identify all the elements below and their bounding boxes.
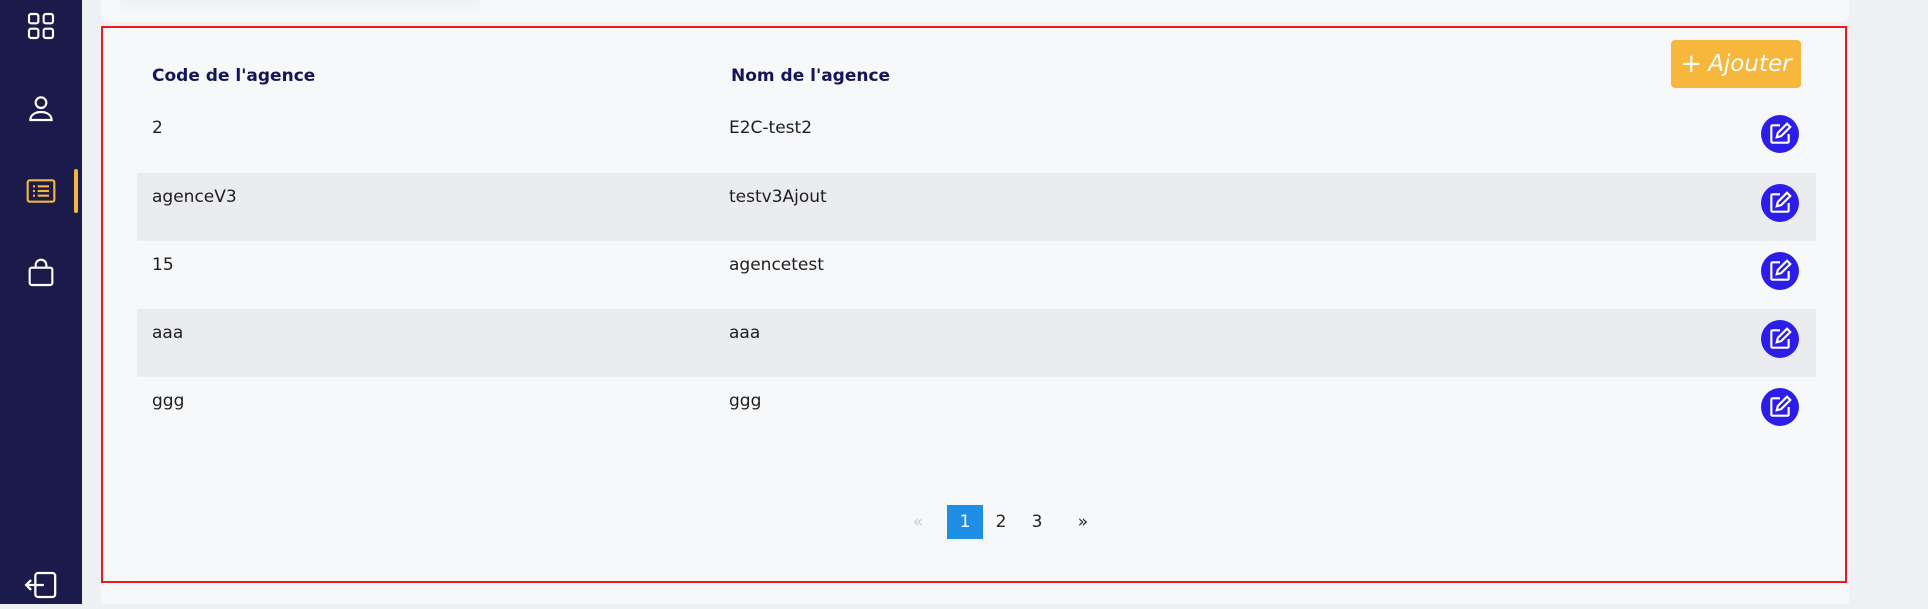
pagination: « 1 2 3 » [900,505,1101,539]
add-agency-button[interactable]: + Ajouter [1671,40,1801,88]
cell-code: 2 [152,118,163,138]
cell-name: aaa [729,323,761,343]
table-row: ggg ggg [137,377,1816,445]
cell-name: ggg [729,391,762,411]
sidebar-item-shop[interactable] [0,249,82,297]
plus-icon: + [1680,49,1703,79]
cell-code: 15 [152,255,174,275]
sidebar-item-users[interactable] [0,84,82,132]
cell-code: ggg [152,391,185,411]
cell-name: agencetest [729,255,824,275]
list-icon [26,179,56,203]
table-row: 2 E2C-test2 [137,104,1816,172]
edit-button[interactable] [1761,115,1799,153]
pagination-page-3[interactable]: 3 [1019,505,1055,539]
table-row: 15 agencetest [137,241,1816,309]
sidebar [0,0,82,604]
pagination-prev[interactable]: « [900,505,936,539]
dashboard-grid-icon [27,12,55,40]
edit-button[interactable] [1761,252,1799,290]
sidebar-item-list[interactable] [0,167,82,215]
edit-icon [1770,191,1792,213]
cell-code: aaa [152,323,184,343]
cell-name: testv3Ajout [729,187,827,207]
sidebar-item-dashboard[interactable] [0,2,82,50]
user-icon [29,96,53,122]
edit-icon [1770,395,1792,417]
column-header-name: Nom de l'agence [731,66,891,86]
add-button-label: Ajouter [1708,51,1792,77]
pagination-page-2[interactable]: 2 [983,505,1019,539]
cell-code: agenceV3 [152,187,237,207]
edit-button[interactable] [1761,184,1799,222]
edit-icon [1770,259,1792,281]
pagination-next[interactable]: » [1065,505,1101,539]
edit-icon [1770,122,1792,144]
edit-icon [1770,327,1792,349]
previous-card-shadow [120,0,480,14]
shopping-bag-icon [28,258,54,287]
table-row: aaa aaa [137,309,1816,377]
table-row: agenceV3 testv3Ajout [137,173,1816,241]
logout-button[interactable] [0,561,82,609]
cell-name: E2C-test2 [729,118,813,138]
pagination-page-1[interactable]: 1 [947,505,983,539]
column-header-code: Code de l'agence [152,66,316,86]
logout-icon [24,571,57,599]
edit-button[interactable] [1761,388,1799,426]
edit-button[interactable] [1761,320,1799,358]
